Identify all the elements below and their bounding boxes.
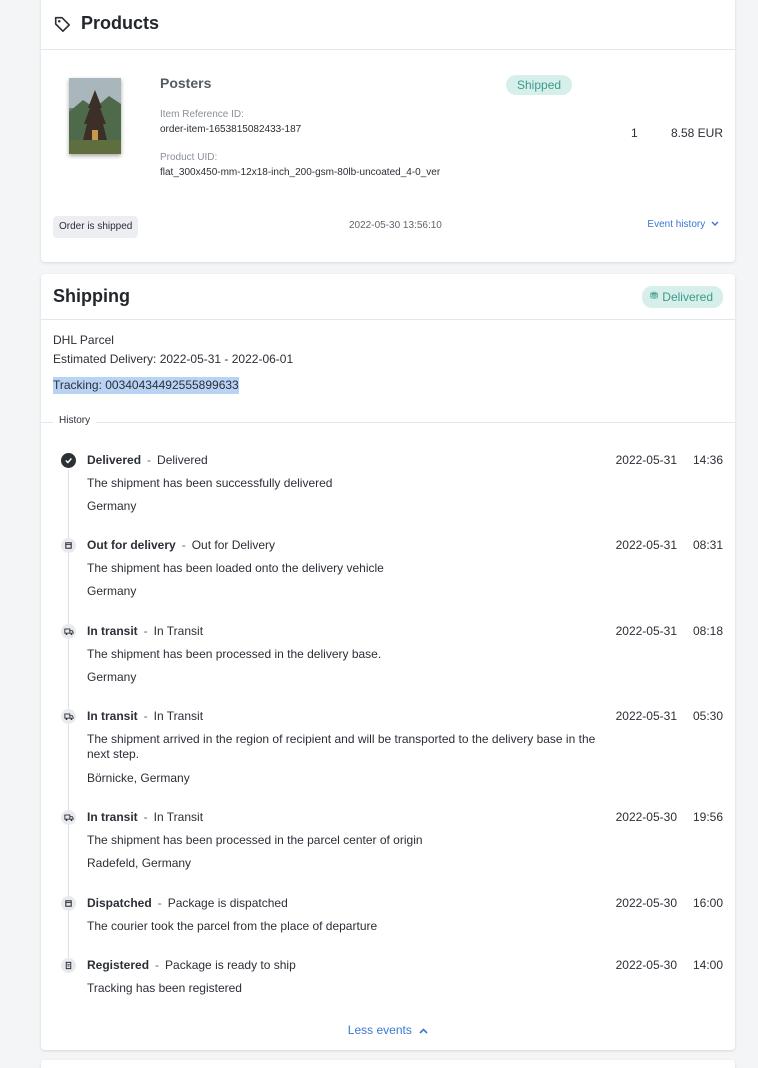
chevron-up-icon [419,1028,428,1034]
event-location: Germany [87,584,137,598]
less-events-button[interactable]: Less events [41,1023,735,1037]
event-location: Germany [87,499,137,513]
event-location: Radefeld, Germany [87,856,192,870]
event-date: 2022-05-31 [615,538,677,552]
event-title: Registered - Package is ready to ship [87,958,296,972]
truck-icon [61,624,76,639]
item-reference-value: order-item-1653815082433-187 [160,124,302,135]
delivered-badge-label: Delivered [662,289,713,304]
item-reference-label: Item Reference ID: [160,109,244,120]
event-description: The shipment has been successfully deliv… [87,476,333,490]
event-time: 14:00 [692,958,723,972]
event-description: Tracking has been registered [87,981,242,995]
products-title: Products [81,13,160,33]
shipping-header: Shipping ⛃ Delivered [41,274,735,320]
less-events-label: Less events [347,1023,412,1037]
event-date: 2022-05-30 [615,810,677,824]
carrier-name: DHL Parcel [53,333,114,347]
poster-thumbnail [69,78,121,154]
event-description: The shipment has been processed in the p… [87,833,423,847]
event-description: The shipment has been loaded onto the de… [87,561,384,575]
truck-icon [61,709,76,724]
parcel-icon [61,538,76,553]
chevron-down-icon [711,221,719,226]
tracking-number[interactable]: Tracking: 00340434492555899633 [53,377,239,394]
event-title: In transit - In Transit [87,810,204,824]
history-label: History [53,415,97,426]
event-time: 14:36 [692,453,723,467]
item-price: 8.58 EUR [670,126,723,140]
event-description: The shipment arrived in the region of re… [87,732,596,761]
event-history-label: Event history [647,219,706,230]
product-name: Posters [160,75,212,91]
shipping-card: Shipping ⛃ Delivered DHL Parcel Estimate… [41,274,735,1050]
event-title: In transit - In Transit [87,709,204,723]
event-date: 2022-05-30 [615,896,677,910]
event-title: Delivered - Delivered [87,453,208,467]
delivered-badge: ⛃ Delivered [641,285,723,308]
event-date: 2022-05-31 [615,624,677,638]
event-time: 08:31 [692,538,723,552]
event-time: 19:56 [692,810,723,824]
delivered-icon [61,453,76,468]
products-header: Products [41,0,735,50]
product-uid-label: Product UID: [160,152,218,163]
event-title: In transit - In Transit [87,624,204,638]
event-time: 16:00 [692,896,723,910]
event-title: Out for delivery - Out for Delivery [87,538,276,552]
parcel-icon [61,896,76,911]
event-date: 2022-05-31 [615,709,677,723]
clipboard-icon [61,958,76,973]
history-divider [41,422,735,423]
tag-icon [54,16,71,32]
event-date: 2022-05-31 [615,453,677,467]
products-card: Products Posters Shipped Item Reference … [41,0,735,262]
estimated-delivery: Estimated Delivery: 2022-05-31 - 2022-06… [53,352,294,366]
shipping-title: Shipping [53,286,130,306]
event-location: Börnicke, Germany [87,771,190,785]
item-quantity: 1 [631,126,638,140]
event-time: 05:30 [692,709,723,723]
event-location: Germany [87,670,137,684]
event-date: 2022-05-30 [615,958,677,972]
event-time: 08:18 [692,624,723,638]
delivered-badge-icon: ⛃ [649,290,659,302]
event-description: The shipment has been processed in the d… [87,647,382,661]
order-status-timestamp: 2022-05-30 13:56:10 [349,220,442,231]
event-history-link[interactable]: Event history [647,219,719,230]
event-description: The courier took the parcel from the pla… [87,919,378,933]
event-title: Dispatched - Package is dispatched [87,896,288,910]
shipped-badge: Shipped [506,75,573,95]
order-status-chip: Order is shipped [53,216,139,238]
product-uid-value: flat_300x450-mm-12x18-inch_200-gsm-80lb-… [160,167,441,178]
truck-icon [61,810,76,825]
next-card [41,1060,735,1068]
